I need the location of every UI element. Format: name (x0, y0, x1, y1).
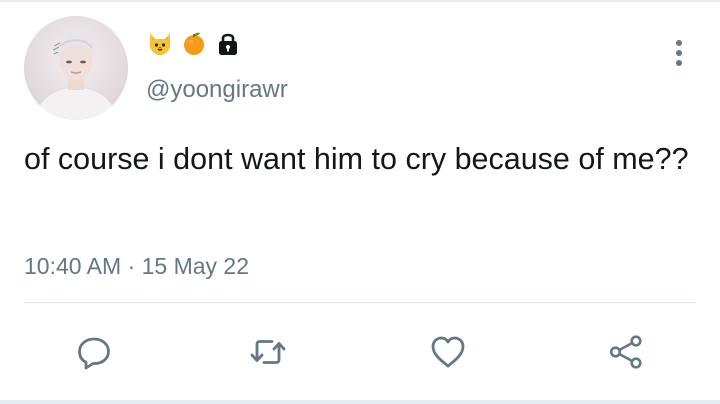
bottom-divider (0, 400, 720, 404)
display-name[interactable] (146, 26, 242, 60)
lock-icon (214, 29, 242, 57)
more-options-icon[interactable] (664, 36, 694, 70)
tweet-timestamp[interactable]: 10:40 AM · 15 May 22 (24, 253, 249, 280)
reply-icon (78, 337, 110, 370)
share-button[interactable] (604, 330, 648, 374)
tweet-actions (0, 330, 720, 376)
cat-face-icon (146, 29, 174, 57)
top-divider (0, 0, 720, 2)
more-dot (676, 50, 682, 56)
more-dot (676, 60, 682, 66)
like-button[interactable] (426, 330, 470, 374)
tweet-text: of course i dont want him to cry because… (24, 142, 689, 176)
like-icon (431, 336, 465, 368)
retweet-icon (250, 340, 286, 364)
avatar-photo (24, 16, 128, 120)
user-handle[interactable]: @yoongirawr (146, 76, 288, 104)
more-dot (676, 40, 682, 46)
avatar[interactable] (24, 16, 128, 120)
actions-divider (24, 302, 696, 303)
retweet-button[interactable] (246, 330, 290, 374)
reply-button[interactable] (72, 330, 116, 374)
share-icon (609, 335, 642, 369)
tangerine-icon (180, 29, 208, 57)
